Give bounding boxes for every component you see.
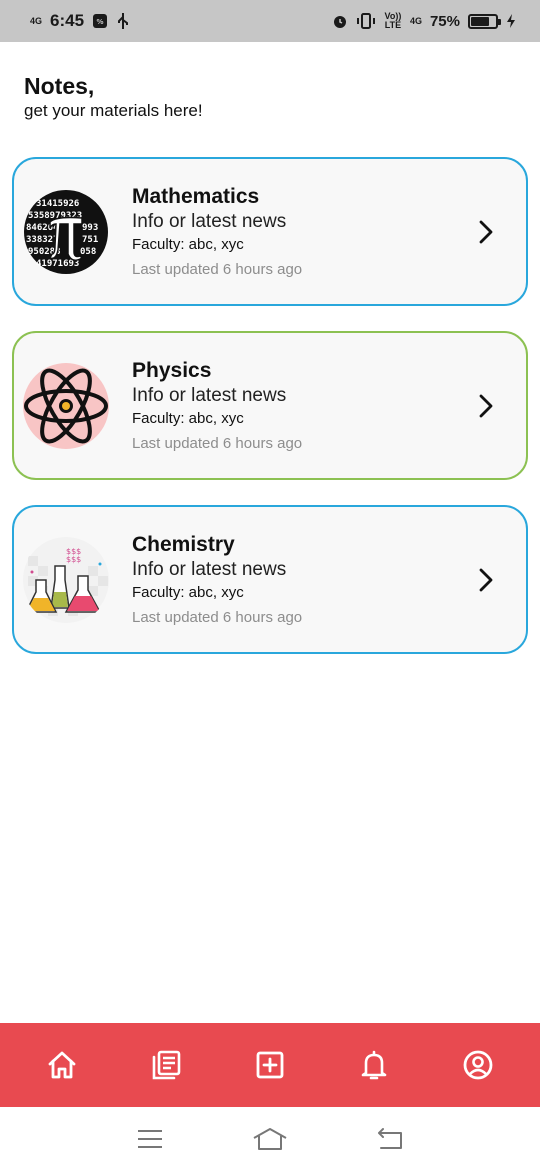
subject-text: Mathematics Info or latest news Faculty:… bbox=[132, 184, 302, 280]
nav-notes-button[interactable] bbox=[139, 1038, 193, 1092]
subject-text: Physics Info or latest news Faculty: abc… bbox=[132, 358, 302, 454]
alarm-icon bbox=[333, 16, 346, 28]
page-subtitle: get your materials here! bbox=[24, 101, 203, 120]
bell-icon bbox=[361, 1050, 387, 1080]
add-icon bbox=[256, 1051, 284, 1079]
subject-image-mathematics: 31415926 5358979323 846264 338327 950288… bbox=[22, 188, 110, 276]
svg-text:751: 751 bbox=[82, 235, 98, 245]
battery-percent: 75% bbox=[429, 12, 460, 30]
subject-text: Chemistry Info or latest news Faculty: a… bbox=[132, 532, 302, 628]
menu-icon bbox=[138, 1129, 162, 1148]
system-back-button[interactable] bbox=[370, 1119, 410, 1159]
notes-icon bbox=[152, 1050, 181, 1080]
nav-home-button[interactable] bbox=[35, 1038, 89, 1092]
atom-icon bbox=[23, 362, 109, 449]
chevron-right-icon[interactable] bbox=[472, 392, 500, 420]
nav-notifications-button[interactable] bbox=[347, 1038, 401, 1092]
profile-icon bbox=[463, 1050, 493, 1080]
bottom-nav bbox=[0, 1023, 540, 1107]
svg-text:$$$: $$$ bbox=[66, 555, 81, 564]
charging-icon bbox=[507, 14, 515, 28]
status-right: Vo)) LTE 4G 75% bbox=[332, 12, 516, 30]
usb-icon: % bbox=[93, 14, 108, 28]
subject-card-chemistry[interactable]: $$$ $$$ Chemistry Info or latest news Fa… bbox=[12, 505, 528, 654]
subject-info: Info or latest news bbox=[132, 210, 287, 232]
subject-updated: Last updated 6 hours ago bbox=[132, 434, 303, 452]
clock: 6:45 bbox=[50, 11, 85, 30]
svg-text:31415926: 31415926 bbox=[36, 199, 79, 209]
chevron-right-icon[interactable] bbox=[472, 566, 500, 594]
signal-type-label: 4G bbox=[409, 15, 422, 26]
page-title: Notes, bbox=[24, 73, 95, 99]
home-icon bbox=[48, 1051, 76, 1079]
nav-add-button[interactable] bbox=[243, 1038, 297, 1092]
battery-level bbox=[471, 16, 489, 26]
page-header: Notes, get your materials here! bbox=[24, 72, 203, 122]
subject-title: Physics bbox=[132, 358, 212, 382]
home-outline-icon bbox=[253, 1127, 287, 1150]
battery-icon bbox=[468, 13, 501, 29]
svg-text:058: 058 bbox=[80, 247, 96, 257]
back-icon bbox=[378, 1127, 402, 1149]
vibrate-icon bbox=[356, 13, 375, 29]
usb-symbol-icon bbox=[118, 13, 129, 29]
subject-faculty: Faculty: abc, xyc bbox=[132, 235, 244, 253]
svg-text:%: % bbox=[97, 18, 104, 26]
subject-title: Chemistry bbox=[132, 532, 235, 556]
pi-icon: 31415926 5358979323 846264 338327 950288… bbox=[24, 189, 108, 274]
flasks-icon: $$$ $$$ bbox=[23, 536, 109, 623]
subject-image-physics bbox=[22, 362, 110, 450]
subject-faculty: Faculty: abc, xyc bbox=[132, 583, 244, 601]
network-label: 4G bbox=[30, 15, 43, 26]
status-left: 4G 6:45 % bbox=[30, 11, 130, 31]
svg-text:338327: 338327 bbox=[26, 235, 59, 245]
subject-updated: Last updated 6 hours ago bbox=[132, 260, 303, 278]
nav-profile-button[interactable] bbox=[451, 1038, 505, 1092]
subject-image-chemistry: $$$ $$$ bbox=[22, 536, 110, 624]
subject-card-mathematics[interactable]: 31415926 5358979323 846264 338327 950288… bbox=[12, 157, 528, 306]
subject-faculty: Faculty: abc, xyc bbox=[132, 409, 244, 427]
subject-info: Info or latest news bbox=[132, 384, 287, 406]
svg-text:993: 993 bbox=[82, 223, 98, 233]
subject-card-physics[interactable]: Physics Info or latest news Faculty: abc… bbox=[12, 331, 528, 480]
subject-title: Mathematics bbox=[132, 184, 260, 208]
system-menu-button[interactable] bbox=[130, 1119, 170, 1159]
subject-updated: Last updated 6 hours ago bbox=[132, 608, 303, 626]
system-home-button[interactable] bbox=[250, 1119, 290, 1159]
system-nav bbox=[0, 1107, 540, 1170]
chevron-right-icon[interactable] bbox=[472, 218, 500, 246]
status-bar: 4G 6:45 % Vo)) LTE 4G 75% bbox=[0, 0, 540, 42]
volte-label: Vo)) LTE bbox=[384, 11, 402, 30]
subject-info: Info or latest news bbox=[132, 558, 287, 580]
